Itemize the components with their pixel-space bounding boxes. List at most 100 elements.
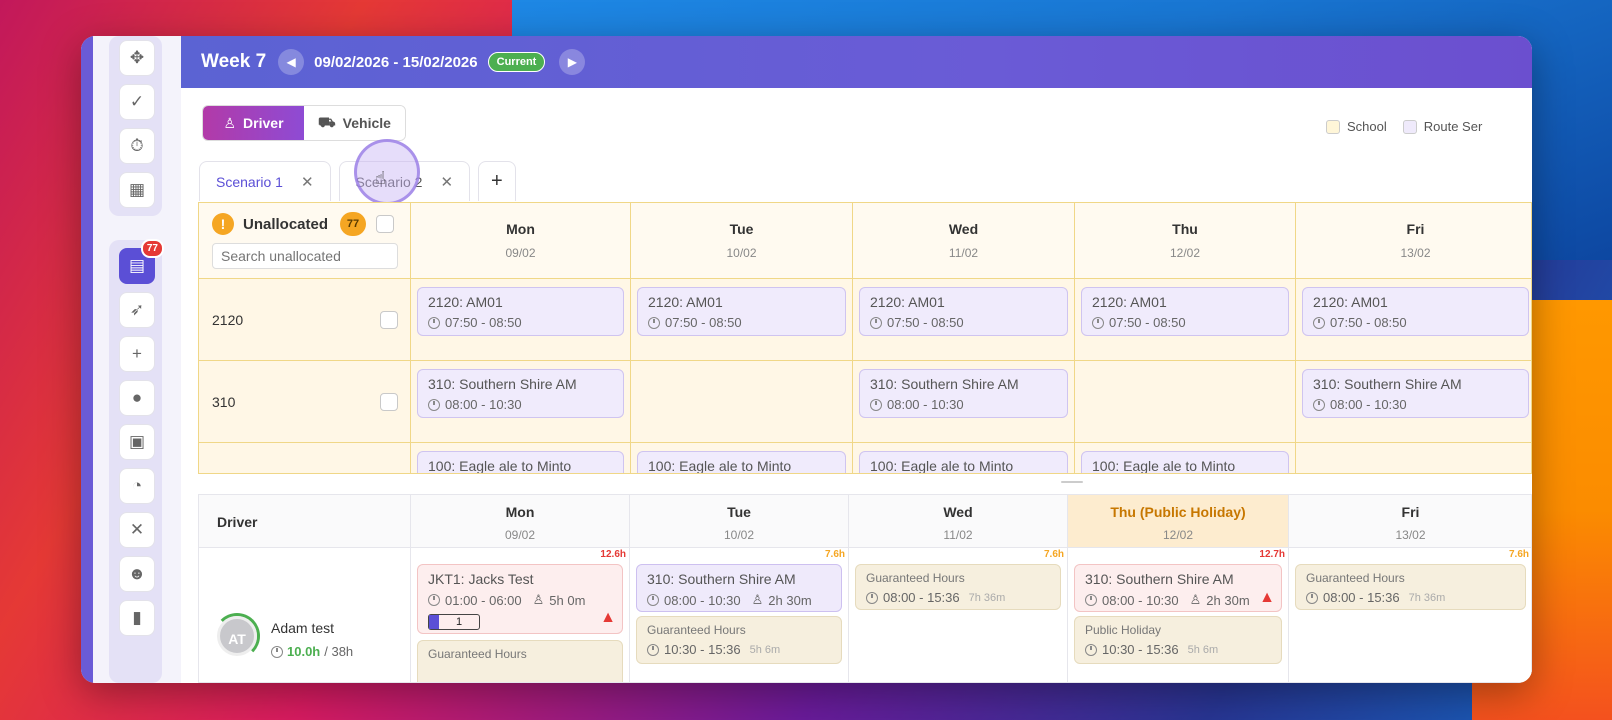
trip-card[interactable]: 100: Eagle ale to Minto	[1081, 451, 1289, 474]
shift-card[interactable]: Public Holiday 10:30 - 15:36 5h 6m	[1074, 616, 1282, 664]
card-time-row: 08:00 - 15:36 7h 36m	[866, 590, 1050, 605]
select-all-checkbox[interactable]	[376, 215, 394, 233]
shift-title: Guaranteed Hours	[1306, 571, 1405, 585]
bus-icon[interactable]: ▣	[119, 424, 155, 460]
trip-card[interactable]: 310: Southern Shire AM 08:00 - 10:30	[1302, 369, 1529, 418]
trip-card[interactable]: 2120: AM01 07:50 - 08:50	[859, 287, 1068, 336]
card-time-row: 08:00 - 15:36 7h 36m	[1306, 590, 1515, 605]
driver-column-header: Driver	[199, 495, 411, 548]
trip-title: 100: Eagle ale to Minto	[1092, 458, 1236, 474]
plus-icon[interactable]: +	[119, 336, 155, 372]
day-name: Thu	[1172, 221, 1198, 237]
duration: 7h 36m	[1408, 591, 1446, 604]
hours-used: 10.0h	[287, 644, 321, 659]
tab-scenario-1[interactable]: Scenario 1 ✕	[199, 161, 331, 201]
date-range: 09/02/2026 - 15/02/2026	[314, 53, 478, 71]
shift-title: Guaranteed Hours	[647, 623, 746, 637]
chevron-right-icon[interactable]: ▶	[559, 49, 586, 75]
trip-card[interactable]: 2120: AM01 07:50 - 08:50	[637, 287, 846, 336]
clock-icon	[1085, 643, 1097, 656]
day-header: Thu (Public Holiday) 12/02	[1068, 495, 1289, 548]
notification-badge: 77	[140, 239, 164, 258]
unallocated-cell: 100: Eagle ale to Minto	[1075, 443, 1296, 474]
legend-swatch	[1326, 119, 1340, 134]
trip-card[interactable]: 2120: AM01 07:50 - 08:50	[1302, 287, 1529, 336]
week-title: Week 7	[201, 51, 267, 72]
row-checkbox[interactable]	[380, 311, 398, 329]
day-name: Wed	[943, 504, 973, 520]
indicator-value: 1	[455, 616, 463, 628]
trip-card[interactable]: 100: Eagle ale to Minto	[859, 451, 1068, 474]
driver-grid: Driver Mon 09/02 Tue 10/02 Wed 11/02 Thu (Publ…	[198, 494, 1532, 683]
time-range: 10:30 - 15:36	[664, 642, 741, 657]
driver-row-info[interactable]: AT Adam test 10.0h / 38h	[199, 548, 411, 682]
driver-name: Adam test	[271, 620, 335, 636]
document-icon[interactable]: ▮	[119, 600, 155, 636]
current-badge: Current	[487, 52, 546, 72]
resize-handle[interactable]	[1061, 481, 1083, 483]
clock-icon	[648, 316, 660, 329]
day-date: 13/02	[1400, 246, 1431, 260]
close-icon[interactable]: ✕	[301, 173, 314, 191]
close-icon[interactable]: ✕	[119, 512, 155, 548]
day-date: 09/02	[505, 246, 536, 260]
user-settings-icon[interactable]: ☻	[119, 556, 155, 592]
driver-toggle-button[interactable]: ♙ Driver	[203, 106, 304, 140]
time-range: 01:00 - 06:00	[445, 592, 522, 608]
move-icon[interactable]: ✥	[119, 40, 155, 76]
trip-card[interactable]: 100: Eagle ale to Minto	[637, 451, 846, 473]
trip-card[interactable]: 100: Eagle ale to Minto	[417, 451, 624, 474]
trip-title: 310: Southern Shire AM	[1313, 376, 1462, 392]
person-icon: ♙	[751, 592, 764, 607]
rocket-icon[interactable]: ➶	[119, 292, 155, 328]
shift-card[interactable]: Guaranteed Hours 08:00 - 15:36 7h 36m	[855, 564, 1061, 610]
trip-title: 2120: AM01	[648, 294, 723, 310]
shift-card[interactable]: JKT1: Jacks Test 01:00 - 06:00 ♙ 5h 0m 1 ▲	[417, 564, 623, 634]
daily-hours: 7.6h	[1043, 549, 1064, 560]
grid-icon[interactable]: ▦	[119, 172, 155, 208]
trip-title: 2120: AM01	[1092, 294, 1167, 310]
trip-card[interactable]: 2120: AM01 07:50 - 08:50	[417, 287, 624, 336]
unallocated-cell: 2120: AM01 07:50 - 08:50	[631, 279, 853, 360]
unallocated-cell: 2120: AM01 07:50 - 08:50	[411, 279, 631, 360]
driver-day-cell: 7.6h Guaranteed Hours 08:00 - 15:36 7h 36m	[849, 548, 1068, 682]
unallocated-cell	[631, 361, 853, 442]
week-header: Week 7 ◀ 09/02/2026 - 15/02/2026 Current…	[181, 36, 1532, 88]
clipboard-icon[interactable]: ▤ 77	[119, 239, 164, 284]
day-header: Wed 11/02	[853, 203, 1075, 279]
time-range: 08:00 - 10:30	[1330, 397, 1407, 412]
tab-label: Scenario 1	[216, 173, 283, 190]
trip-card[interactable]: 2120: AM01 07:50 - 08:50	[1081, 287, 1289, 336]
vehicle-toggle-label: Vehicle	[342, 115, 391, 131]
shift-title: Public Holiday	[1085, 623, 1162, 637]
clock-icon	[1313, 316, 1325, 329]
trip-title: 100: Eagle ale to Minto	[870, 458, 1014, 474]
shift-card[interactable]: Guaranteed Hours 08:00 - 15:36 7h 36m	[1295, 564, 1526, 610]
time-range: 08:00 - 10:30	[664, 592, 741, 608]
shift-card[interactable]: Guaranteed Hours	[417, 640, 623, 682]
close-icon[interactable]: ✕	[440, 173, 453, 191]
vehicle-toggle-button[interactable]: ⛟ Vehicle	[304, 106, 405, 140]
legend-swatch	[1402, 119, 1417, 134]
shift-card[interactable]: 310: Southern Shire AM 08:00 - 10:30 ♙ 2h 3…	[1074, 564, 1282, 612]
stopwatch-icon[interactable]: ⏱	[119, 128, 155, 164]
trip-title: 100: Eagle ale to Minto	[428, 458, 572, 474]
chevron-left-icon[interactable]: ◀	[278, 49, 305, 75]
clock-icon	[1306, 591, 1318, 604]
shift-card[interactable]: 310: Southern Shire AM 08:00 - 10:30 ♙ 2h 3…	[636, 564, 842, 612]
row-label	[199, 443, 411, 473]
check-icon[interactable]: ✓	[119, 84, 155, 120]
add-scenario-button[interactable]: +	[478, 161, 516, 201]
day-name: Thu (Public Holiday)	[1110, 504, 1246, 520]
trip-card[interactable]: 310: Southern Shire AM 08:00 - 10:30	[859, 369, 1068, 418]
person-icon[interactable]: ●	[119, 380, 155, 416]
timer-icon[interactable]: ◔	[119, 468, 155, 504]
day-header: Fri 13/02	[1289, 495, 1531, 548]
shift-card[interactable]: Guaranteed Hours 10:30 - 15:36 5h 6m	[636, 616, 842, 664]
row-checkbox[interactable]	[380, 393, 398, 411]
unallocated-row: 2120 2120: AM01 07:50 - 08:50 2120: AM01 07:…	[199, 279, 1531, 361]
day-date: 11/02	[948, 246, 979, 260]
search-unallocated-input[interactable]	[212, 243, 398, 269]
clock-icon	[428, 594, 440, 606]
trip-card[interactable]: 310: Southern Shire AM 08:00 - 10:30	[417, 369, 624, 418]
